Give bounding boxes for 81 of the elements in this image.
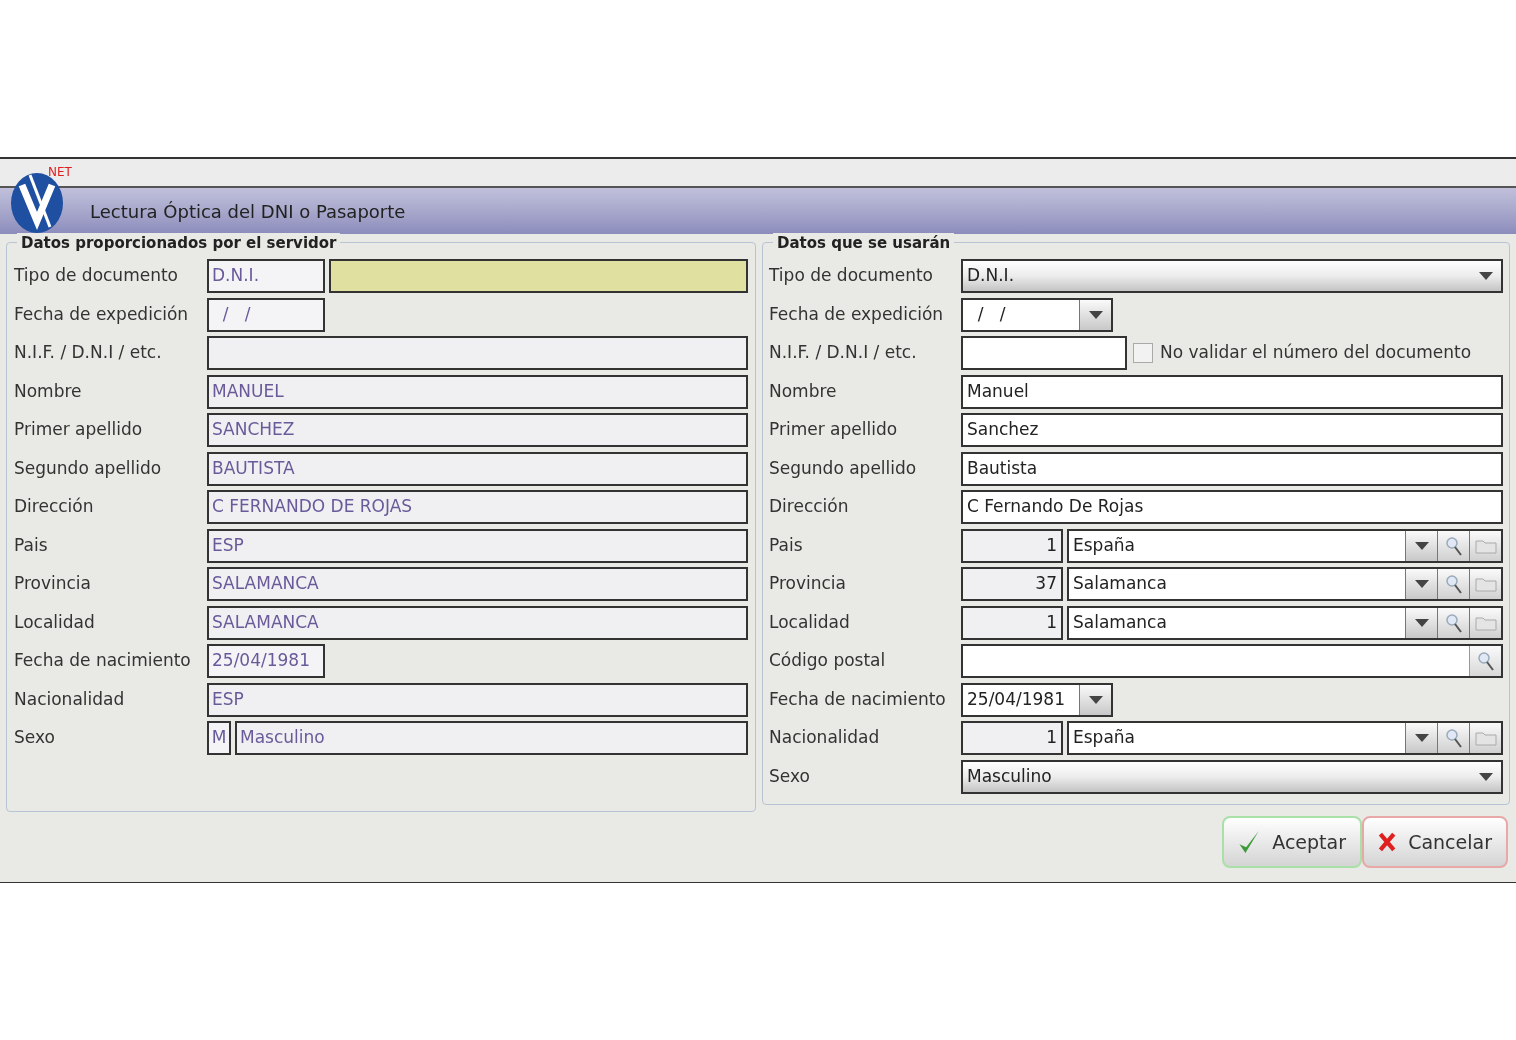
code-field[interactable]: 1 [961,605,1063,640]
field-label: Fecha de nacimiento [14,649,192,673]
dropdown-arrow-icon [1479,272,1493,280]
field-label: Código postal [769,649,887,673]
date-picker[interactable]: / / [961,297,1113,332]
field-label: N.I.F. / D.N.I / etc. [14,341,163,365]
field-label: Provincia [14,572,92,596]
readonly-field: D.N.I. [207,259,325,293]
panel-title: Datos proporcionados por el servidor [17,233,341,253]
search-button[interactable] [1437,530,1469,561]
readonly-field: C FERNANDO DE ROJAS [207,490,748,524]
field-label: Nombre [769,379,838,403]
dropdown[interactable]: Masculino [961,759,1503,794]
search-icon [1444,612,1463,633]
field-label: Tipo de documento [769,264,934,288]
checkbox[interactable] [1133,343,1153,363]
field-label: Fecha de expedición [769,302,945,326]
checkbox-label: No validar el número del documento [1160,341,1472,365]
input-field[interactable]: Sanchez [961,413,1503,447]
input-field[interactable]: Bautista [961,451,1503,486]
input-field[interactable] [961,644,1503,678]
dropdown[interactable]: Salamanca [1067,567,1503,601]
search-icon [1444,535,1463,556]
search-icon [1444,574,1463,594]
code-field[interactable]: 37 [961,567,1063,601]
field-label: Localidad [769,610,851,634]
folder-icon [1474,576,1497,592]
readonly-field: ESP [207,528,748,563]
code-field[interactable]: 1 [961,528,1063,563]
input-field[interactable]: C Fernando De Rojas [961,490,1503,524]
field-label: Nombre [14,379,83,403]
field-label: Sexo [14,726,56,750]
field-label: Sexo [769,764,811,788]
readonly-field: M [207,721,231,755]
field-label: N.I.F. / D.N.I / etc. [769,341,918,365]
readonly-field: 25/04/1981 [207,644,325,678]
folder-button[interactable] [1469,607,1501,638]
field-label: Segundo apellido [769,456,918,480]
logo-text: NET [48,166,72,178]
readonly-field: SALAMANCA [207,605,748,640]
field-label: Dirección [769,495,850,519]
input-field[interactable]: Manuel [961,374,1503,409]
folder-icon [1474,537,1497,554]
field-label: Pais [769,533,804,557]
folder-button[interactable] [1469,530,1501,561]
folder-icon [1474,730,1497,746]
field-label: Dirección [14,495,95,519]
readonly-field: Masculino [235,721,748,755]
field-label: Nacionalidad [769,726,881,750]
date-picker[interactable]: 25/04/1981 [961,682,1113,717]
dropdown[interactable]: España [1067,528,1503,563]
dropdown[interactable]: D.N.I. [961,259,1503,293]
readonly-field: ESP [207,682,748,717]
readonly-field: MANUEL [207,374,748,409]
field-label: Tipo de documento [14,264,179,288]
input-field[interactable] [961,336,1127,370]
field-label: Localidad [14,610,96,634]
field-label: Nacionalidad [14,687,126,711]
readonly-field: / / [207,297,325,332]
readonly-field: SANCHEZ [207,413,748,447]
field-label: Primer apellido [14,418,144,442]
search-icon [1476,651,1495,671]
dropdown-arrow-icon [1479,772,1493,781]
field-label: Fecha de expedición [14,302,190,326]
dropdown[interactable]: España [1067,721,1503,755]
search-icon [1444,728,1463,748]
field-label: Provincia [769,572,847,596]
search-button[interactable] [1437,607,1469,638]
code-field[interactable]: 1 [961,721,1063,755]
field-label: Fecha de nacimiento [769,687,947,711]
readonly-field: BAUTISTA [207,451,748,486]
dropdown[interactable]: Salamanca [1067,605,1503,640]
panel-title: Datos que se usarán [773,233,955,253]
folder-icon [1474,614,1497,631]
window-title: Lectura Óptica del DNI o Pasaporte [90,199,406,224]
field-label: Segundo apellido [14,456,163,480]
cancel-button[interactable]: Cancelar [1362,816,1508,868]
field-label: Primer apellido [769,418,899,442]
field-label: Pais [14,533,49,557]
accept-button[interactable]: Aceptar [1222,816,1362,868]
readonly-field: SALAMANCA [207,567,748,601]
